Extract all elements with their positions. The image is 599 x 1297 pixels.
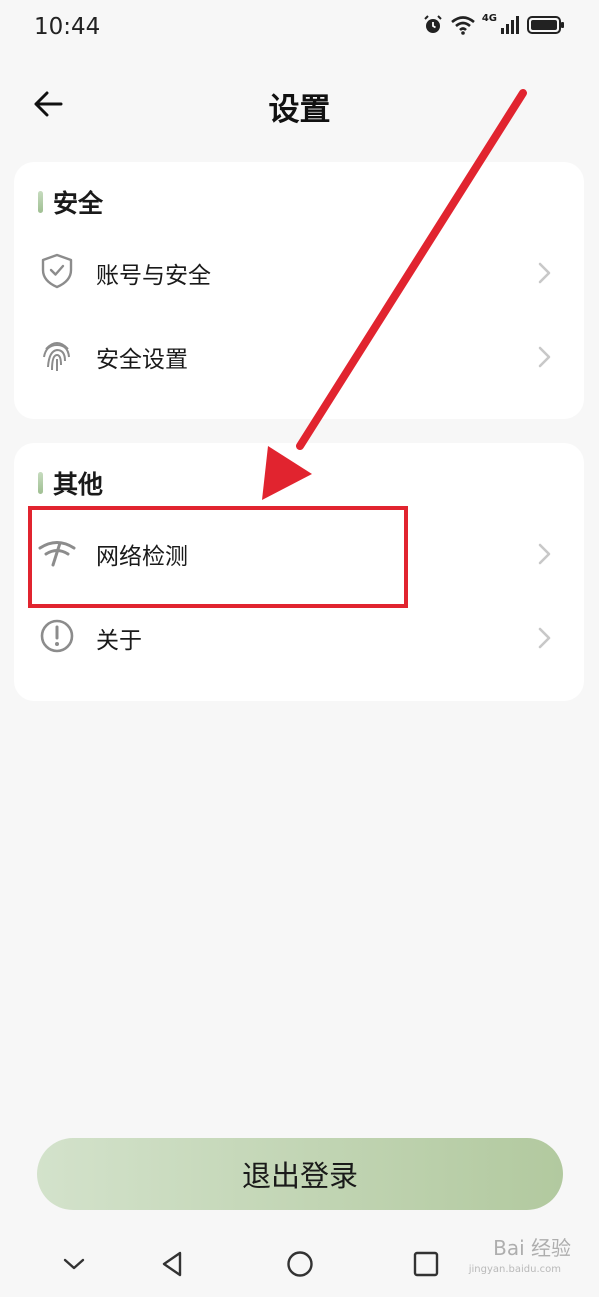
chevron-right-icon bbox=[534, 344, 554, 370]
nav-recents-button[interactable] bbox=[404, 1244, 448, 1288]
chevron-right-icon bbox=[534, 260, 554, 286]
square-recents-icon bbox=[413, 1251, 439, 1281]
network-check-icon bbox=[38, 533, 76, 571]
section-accent-bar bbox=[38, 472, 43, 494]
chevron-down-icon bbox=[62, 1256, 86, 1276]
logout-button[interactable]: 退出登录 bbox=[37, 1138, 563, 1210]
page-title: 设置 bbox=[268, 92, 331, 128]
signal-icon bbox=[499, 14, 521, 36]
circle-home-icon bbox=[286, 1250, 314, 1282]
watermark-logo: Bai 经验 bbox=[493, 1236, 571, 1260]
battery-icon bbox=[527, 14, 565, 36]
network-check-item[interactable]: 网络检测 bbox=[14, 515, 584, 593]
item-label: 账号与安全 bbox=[96, 263, 211, 289]
watermark-url: jingyan.baidu.com bbox=[468, 1264, 561, 1275]
about-item[interactable]: 关于 bbox=[14, 599, 584, 677]
nav-back-button[interactable] bbox=[150, 1244, 194, 1288]
nav-collapse-button[interactable] bbox=[52, 1244, 96, 1288]
section-title-other: 其他 bbox=[38, 465, 103, 501]
alarm-icon bbox=[422, 14, 444, 36]
nav-home-button[interactable] bbox=[278, 1244, 322, 1288]
status-bar: 10:44 4G bbox=[0, 0, 599, 58]
account-security-item[interactable]: 账号与安全 bbox=[14, 234, 584, 312]
section-title-text: 安全 bbox=[53, 189, 104, 218]
wifi-icon bbox=[450, 14, 476, 36]
section-title-text: 其他 bbox=[53, 470, 104, 499]
security-section-card: 安全 账号与安全 安全设置 bbox=[14, 162, 584, 419]
fingerprint-icon bbox=[38, 336, 76, 374]
header: 设置 bbox=[0, 70, 599, 140]
triangle-back-icon bbox=[160, 1250, 184, 1282]
item-label: 安全设置 bbox=[96, 347, 188, 373]
chevron-right-icon bbox=[534, 625, 554, 651]
section-title-security: 安全 bbox=[38, 184, 103, 220]
status-icons: 4G bbox=[422, 12, 565, 36]
section-accent-bar bbox=[38, 191, 43, 213]
item-label: 网络检测 bbox=[96, 544, 188, 570]
chevron-right-icon bbox=[534, 541, 554, 567]
info-icon bbox=[38, 617, 76, 655]
security-settings-item[interactable]: 安全设置 bbox=[14, 318, 584, 396]
network-label: 4G bbox=[481, 12, 497, 24]
item-label: 关于 bbox=[96, 628, 142, 654]
shield-check-icon bbox=[38, 252, 76, 290]
other-section-card: 其他 网络检测 关于 bbox=[14, 443, 584, 701]
status-time: 10:44 bbox=[34, 14, 101, 40]
